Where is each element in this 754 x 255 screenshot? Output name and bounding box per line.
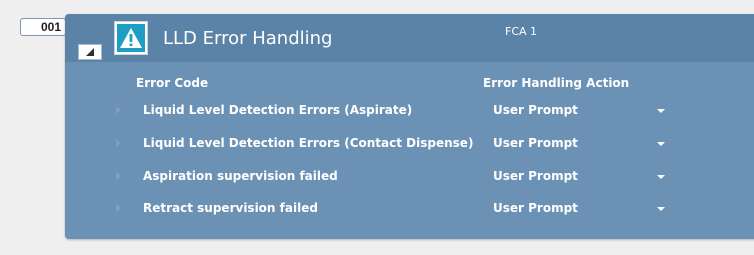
error-row-retract-supervision[interactable]: Retract supervision failed User Prompt	[110, 198, 670, 220]
error-action-dropdown[interactable]: User Prompt	[492, 100, 670, 122]
error-code-label: Liquid Level Detection Errors (Contact D…	[143, 136, 474, 150]
error-handling-action-column-header: Error Handling Action	[483, 76, 630, 90]
error-action-dropdown[interactable]: User Prompt	[492, 133, 670, 155]
error-code-label: Aspiration supervision failed	[143, 169, 338, 183]
error-action-value: User Prompt	[493, 201, 578, 215]
chevron-down-icon[interactable]	[657, 109, 665, 113]
error-action-dropdown[interactable]: User Prompt	[492, 166, 670, 188]
error-row-aspirate[interactable]: Liquid Level Detection Errors (Aspirate)…	[110, 100, 670, 122]
row-expand-icon	[116, 139, 121, 147]
error-action-dropdown[interactable]: User Prompt	[492, 198, 670, 220]
panel-title: LLD Error Handling	[163, 28, 333, 49]
fca-label: FCA 1	[505, 25, 538, 38]
error-code-label: Retract supervision failed	[143, 201, 318, 215]
row-expand-icon	[116, 106, 121, 114]
error-row-contact-dispense[interactable]: Liquid Level Detection Errors (Contact D…	[110, 133, 670, 155]
error-action-value: User Prompt	[493, 136, 578, 150]
error-action-value: User Prompt	[493, 169, 578, 183]
error-code-label: Liquid Level Detection Errors (Aspirate)	[143, 103, 413, 117]
collapse-triangle-icon	[86, 48, 94, 56]
step-number-field[interactable]: 001	[20, 18, 66, 36]
error-row-aspiration-supervision[interactable]: Aspiration supervision failed User Promp…	[110, 166, 670, 188]
chevron-down-icon[interactable]	[657, 175, 665, 179]
error-action-value: User Prompt	[493, 103, 578, 117]
warning-badge	[114, 21, 148, 55]
warning-icon	[117, 24, 145, 52]
chevron-down-icon[interactable]	[657, 207, 665, 211]
error-code-column-header: Error Code	[136, 76, 209, 90]
row-expand-icon	[116, 204, 121, 212]
collapse-toggle-button[interactable]	[78, 44, 102, 60]
row-expand-icon	[116, 172, 121, 180]
chevron-down-icon[interactable]	[657, 142, 665, 146]
